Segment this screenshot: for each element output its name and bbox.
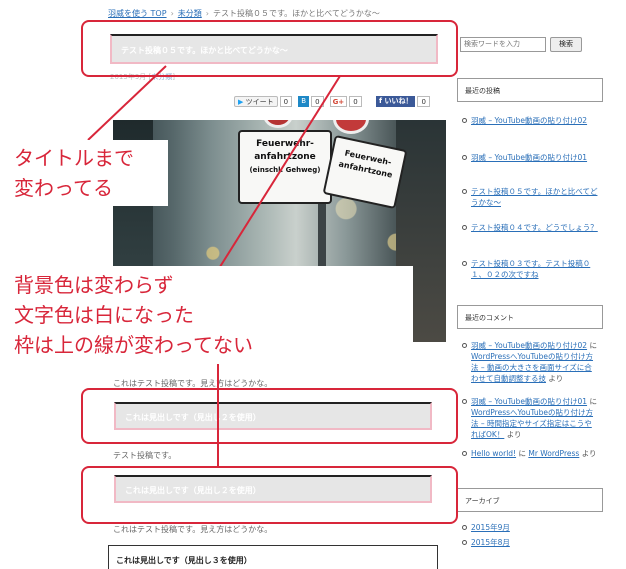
- comment-post-link[interactable]: WordPressへYouTubeの貼り付け方法 – 時間指定やサイズ指定はこう…: [471, 408, 593, 439]
- comment-by-text: より: [546, 374, 564, 383]
- recent-post-link[interactable]: 羽威 – YouTube動画の貼り付け02: [471, 116, 587, 125]
- breadcrumb-home-link[interactable]: 羽威を使う TOP: [108, 9, 167, 18]
- recent-post-link[interactable]: テスト投稿０５です。ほかと比べてどうかな〜: [471, 187, 597, 207]
- gplus-count: 0: [349, 96, 362, 107]
- post-paragraph: テスト投稿です。: [113, 451, 177, 460]
- photo-street-sign: Feuerweh- anfahrtzone: [322, 134, 408, 210]
- annotation-frame-heading2-b: [81, 466, 458, 524]
- bullet-icon: [462, 261, 467, 266]
- bullet-icon: [462, 451, 467, 456]
- breadcrumb-separator: ›: [170, 9, 174, 18]
- callout-line: 背景色は変わらず: [14, 273, 174, 297]
- tweet-label: ツイート: [245, 98, 274, 106]
- callout-line: 枠は上の線が変わってない: [14, 333, 253, 357]
- photo-traffic-sign: [263, 120, 293, 128]
- archive-link[interactable]: 2015年8月: [471, 538, 510, 547]
- callout-line: 変わってる: [14, 176, 113, 200]
- comment-by-text: より: [504, 430, 522, 439]
- bullet-icon: [462, 540, 467, 545]
- annotation-callout-title: タイトルまで 変わってる: [8, 140, 168, 206]
- sign-text: (einschl. Gehweg): [249, 166, 321, 174]
- recent-post-link[interactable]: テスト投稿０４です。どうでしょう？: [471, 223, 598, 232]
- breadcrumb-separator: ›: [205, 9, 209, 18]
- comment-on-text: に: [587, 397, 597, 406]
- search-input[interactable]: [460, 37, 546, 52]
- facebook-icon: f: [379, 97, 383, 105]
- callout-line: タイトルまで: [14, 146, 134, 170]
- callout-line: 文字色は白になった: [14, 303, 194, 327]
- facebook-share: f いいね！ 0: [376, 96, 430, 107]
- heading3-box: これは見出しです（見出し３を使用）: [108, 545, 438, 569]
- widget-title-recent-comments: 最近のコメント: [457, 305, 603, 329]
- comment-author-link[interactable]: Hello world!: [471, 449, 516, 458]
- bullet-icon: [462, 118, 467, 123]
- comment-post-link[interactable]: WordPressへYouTubeの貼り付け方法 – 動画の大きさを画面サイズに…: [471, 352, 593, 383]
- comment-author-link[interactable]: 羽威 – YouTube動画の貼り付け02: [471, 341, 587, 350]
- bullet-icon: [462, 525, 467, 530]
- photo-street-sign: Feuerwehr- anfahrtzone (einschl. Gehweg): [238, 130, 332, 204]
- bullet-icon: [462, 399, 467, 404]
- photo-traffic-sign: [333, 120, 369, 134]
- heading3-text: これは見出しです（見出し３を使用）: [116, 556, 252, 565]
- breadcrumb: 羽威を使う TOP › 未分類 › テスト投稿０５です。ほかと比べてどうかな〜: [108, 8, 380, 19]
- tweet-button[interactable]: ▶ ツイート: [234, 96, 278, 107]
- recent-post-link[interactable]: 羽威 – YouTube動画の貼り付け01: [471, 153, 587, 162]
- widget-title-archives: アーカイブ: [457, 488, 603, 512]
- widget-title-recent-posts: 最近の投稿: [457, 78, 603, 102]
- fb-like-label: いいね！: [384, 97, 413, 105]
- hatena-bookmark-icon[interactable]: B: [298, 96, 310, 107]
- bullet-icon: [462, 189, 467, 194]
- facebook-like-button[interactable]: f いいね！: [376, 96, 416, 107]
- comment-by-text: より: [579, 449, 597, 458]
- hatena-count: 0: [311, 96, 324, 107]
- sign-text: anfahrtzone: [254, 152, 316, 162]
- recent-post-link[interactable]: テスト投稿０３です。テスト投稿０１、０２の次ですね: [471, 259, 590, 279]
- comment-author-link[interactable]: 羽威 – YouTube動画の貼り付け01: [471, 397, 587, 406]
- bullet-icon: [462, 343, 467, 348]
- comment-post-link[interactable]: Mr WordPress: [528, 449, 579, 458]
- annotation-frame-heading2-a: [81, 388, 458, 444]
- twitter-bird-icon: ▶: [238, 98, 244, 106]
- archive-link[interactable]: 2015年9月: [471, 523, 510, 532]
- breadcrumb-category-link[interactable]: 未分類: [178, 9, 202, 18]
- post-paragraph: これはテスト投稿です。見え方はどうかな。: [113, 525, 273, 534]
- search-button[interactable]: 検索: [550, 37, 582, 52]
- annotation-frame-title: [81, 20, 458, 77]
- breadcrumb-current: テスト投稿０５です。ほかと比べてどうかな〜: [212, 9, 380, 18]
- comment-on-text: に: [587, 341, 597, 350]
- tweet-count: 0: [279, 96, 293, 107]
- bullet-icon: [462, 225, 467, 230]
- facebook-count: 0: [417, 96, 430, 107]
- annotation-callout-heading: 背景色は変わらず 文字色は白になった 枠は上の線が変わってない: [8, 266, 413, 364]
- bullet-icon: [462, 155, 467, 160]
- share-bar: ▶ ツイート 0 B 0 G+ 0: [234, 96, 362, 107]
- gplus-button[interactable]: G+: [329, 96, 348, 107]
- comment-on-text: に: [516, 449, 529, 458]
- sign-text: Feuerwehr-: [256, 139, 314, 149]
